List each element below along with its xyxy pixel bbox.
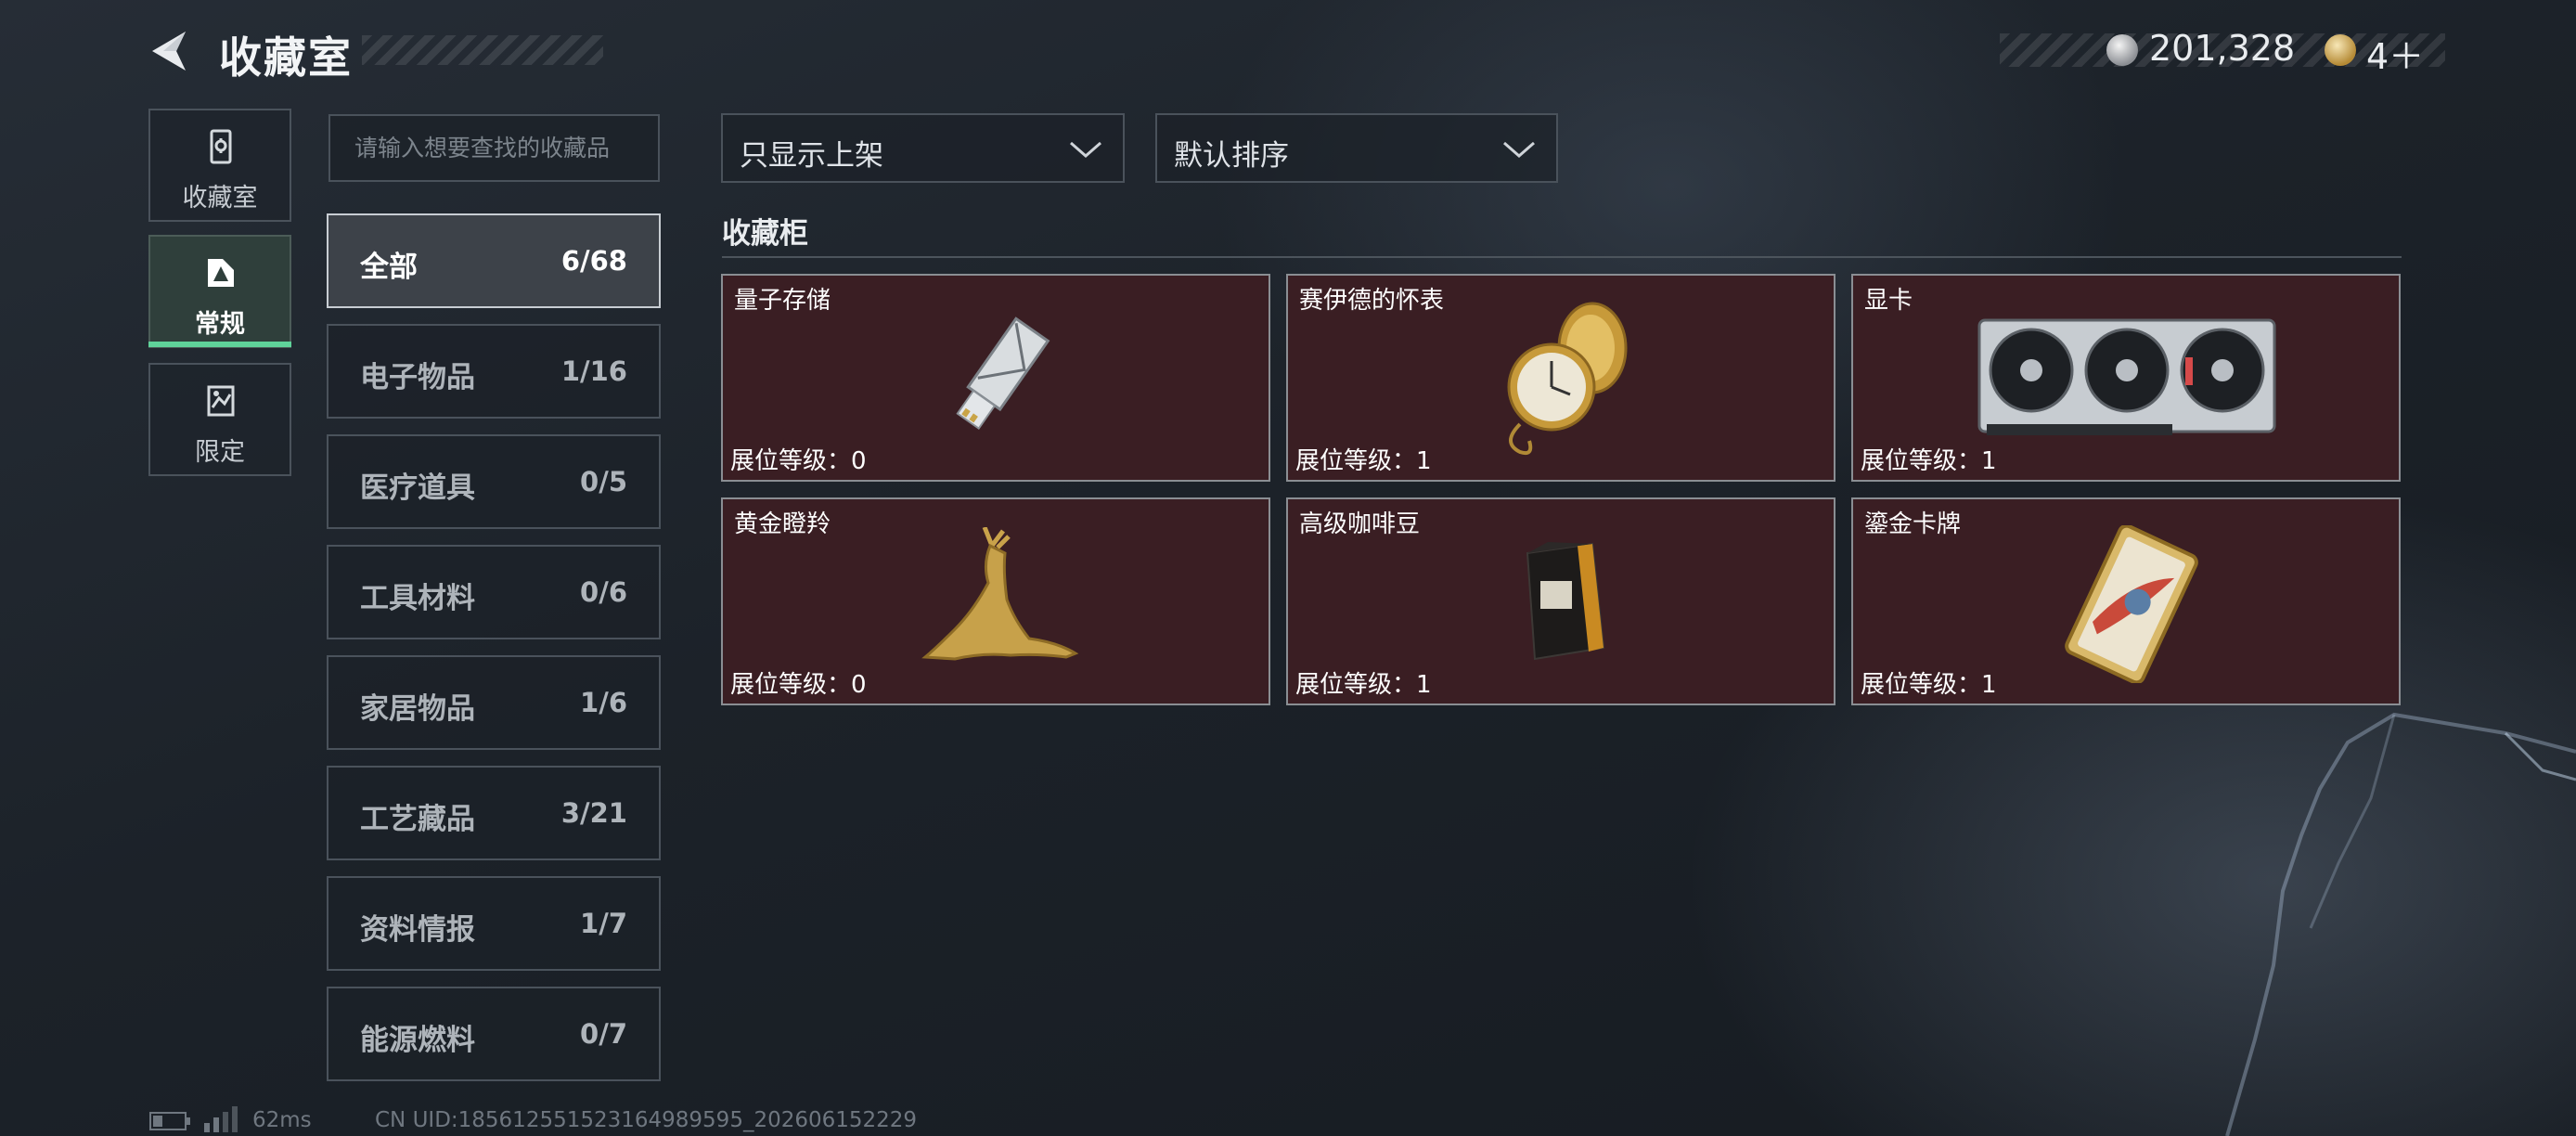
category-name: 资料情报 — [360, 913, 475, 947]
ping-value: 62ms — [252, 1108, 312, 1132]
collection-card-coffee-beans[interactable]: 高级咖啡豆 展位等级：1 — [1286, 497, 1835, 705]
active-nav-indicator — [148, 342, 291, 347]
card-item-name: 显卡 — [1864, 287, 1913, 315]
graphics-card-icon — [1977, 318, 2276, 435]
golden-gazelle-icon — [921, 527, 1079, 661]
lightning-decoration — [2225, 712, 2576, 1136]
category-count: 1/6 — [580, 687, 627, 718]
category-name: 家居物品 — [360, 692, 475, 726]
sort-selected: 默认排序 — [1174, 139, 1289, 173]
nav-regular[interactable]: 常规 — [148, 235, 291, 348]
user-uid: CN UID:185612551523164989595_20260615222… — [375, 1108, 918, 1132]
pocket-watch-icon — [1507, 302, 1628, 456]
title-stripe-decoration — [362, 35, 603, 65]
category-count: 0/6 — [580, 576, 627, 608]
category-name: 电子物品 — [360, 361, 475, 394]
collection-card-quantum-storage[interactable]: 量子存储 展位等级：0 — [721, 274, 1270, 482]
category-count: 3/21 — [560, 797, 627, 829]
section-divider — [722, 256, 2402, 258]
category-medical[interactable]: 医疗道具 0/5 — [327, 434, 661, 529]
gold-coin-icon — [2325, 34, 2356, 66]
card-item-name: 赛伊德的怀表 — [1299, 287, 1445, 315]
currency-amount: 201,328 — [2149, 28, 2296, 69]
collection-card-pocket-watch[interactable]: 赛伊德的怀表 展位等级：1 — [1286, 274, 1835, 482]
silver-coin-icon — [2106, 34, 2138, 66]
usb-drive-icon — [956, 316, 1050, 431]
nav-label: 限定 — [195, 438, 245, 467]
category-count: 0/7 — [580, 1018, 627, 1050]
search-input[interactable] — [330, 116, 658, 180]
nav-collection-room[interactable]: 收藏室 — [148, 109, 291, 222]
category-name: 能源燃料 — [360, 1024, 475, 1057]
card-item-name: 量子存储 — [734, 287, 831, 315]
category-name: 全部 — [360, 251, 418, 284]
category-name: 医疗道具 — [360, 471, 475, 505]
category-tools[interactable]: 工具材料 0/6 — [327, 545, 661, 639]
gilded-card-icon — [2065, 525, 2198, 683]
regular-icon — [208, 259, 234, 287]
section-title: 收藏柜 — [722, 217, 808, 251]
collection-card-golden-gazelle[interactable]: 黄金瞪羚 展位等级：0 — [721, 497, 1270, 705]
card-item-name: 高级咖啡豆 — [1299, 510, 1421, 538]
card-level: 展位等级：1 — [1295, 447, 1432, 475]
card-item-name: 鎏金卡牌 — [1864, 510, 1962, 538]
card-level: 展位等级：0 — [730, 671, 867, 699]
nav-label: 收藏室 — [182, 184, 258, 213]
card-level: 展位等级：1 — [1861, 671, 1997, 699]
category-intel[interactable]: 资料情报 1/7 — [327, 876, 661, 971]
battery-icon — [149, 1112, 190, 1130]
category-all[interactable]: 全部 6/68 — [327, 213, 661, 308]
limited-icon — [207, 385, 235, 417]
sort-dropdown[interactable]: 默认排序 — [1155, 113, 1558, 183]
chevron-down-icon — [1070, 141, 1101, 158]
category-count: 1/7 — [580, 908, 627, 939]
nav-limited[interactable]: 限定 — [148, 363, 291, 476]
category-energy[interactable]: 能源燃料 0/7 — [327, 987, 661, 1081]
collection-card-graphics-card[interactable]: 显卡 展位等级：1 — [1851, 274, 2401, 482]
card-level: 展位等级：1 — [1295, 671, 1432, 699]
page-title: 收藏室 — [219, 32, 353, 83]
back-arrow-icon[interactable] — [148, 28, 195, 74]
category-name: 工具材料 — [360, 582, 475, 615]
filter-dropdown[interactable]: 只显示上架 — [721, 113, 1125, 183]
search-box[interactable] — [328, 114, 660, 182]
card-level: 展位等级：1 — [1861, 447, 1997, 475]
card-item-name: 黄金瞪羚 — [734, 510, 831, 538]
category-name: 工艺藏品 — [360, 803, 475, 836]
category-crafts[interactable]: 工艺藏品 3/21 — [327, 766, 661, 860]
category-count: 0/5 — [580, 466, 627, 497]
card-level: 展位等级：0 — [730, 447, 867, 475]
collection-card-gilded-card[interactable]: 鎏金卡牌 展位等级：1 — [1851, 497, 2401, 705]
premium-currency-amount[interactable]: 4＋ — [2366, 28, 2424, 79]
category-household[interactable]: 家居物品 1/6 — [327, 655, 661, 750]
collection-room-icon — [210, 129, 232, 164]
nav-label: 常规 — [195, 310, 245, 339]
category-count: 1/16 — [560, 355, 627, 387]
category-electronics[interactable]: 电子物品 1/16 — [327, 324, 661, 419]
signal-icon — [204, 1106, 238, 1132]
coffee-bag-icon — [1526, 542, 1605, 661]
filter-selected: 只显示上架 — [740, 139, 883, 173]
chevron-down-icon — [1503, 141, 1535, 158]
category-count: 6/68 — [560, 245, 627, 277]
